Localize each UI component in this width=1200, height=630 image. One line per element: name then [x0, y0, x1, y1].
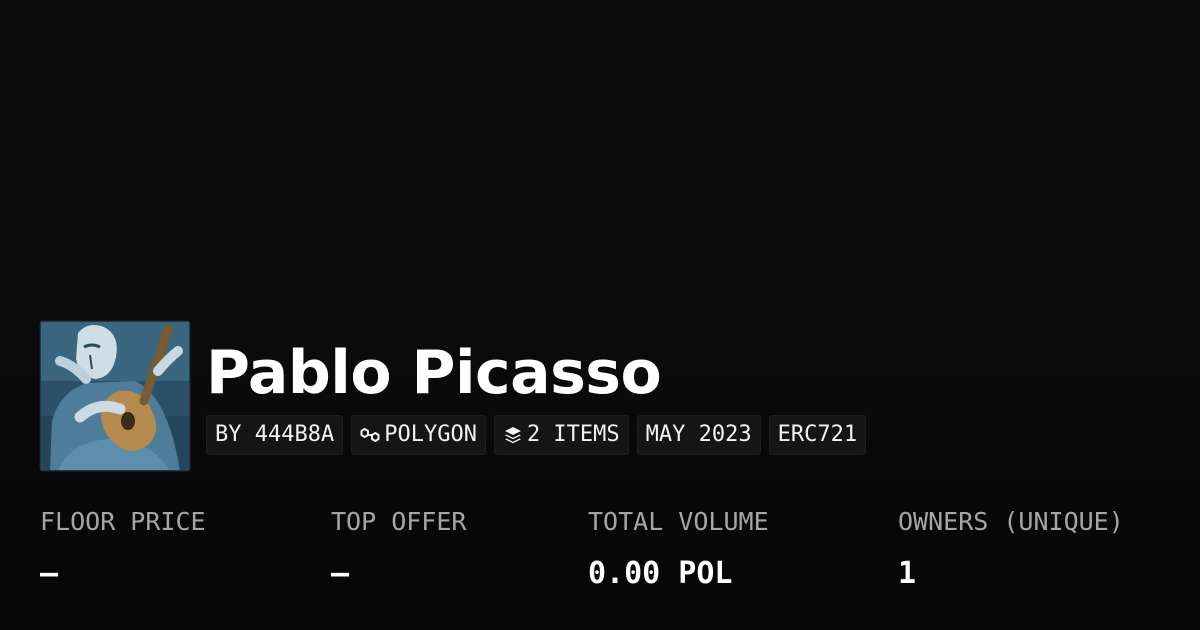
- creator-chip[interactable]: BY 444B8A: [206, 415, 344, 455]
- chain-chip[interactable]: POLYGON: [351, 415, 486, 455]
- stat-floor-price-value: –: [40, 556, 59, 591]
- share-card: Pablo Picasso BY 444B8A POLYGON 2 ITEMS: [0, 0, 1200, 630]
- creator-chip-label: BY 444B8A: [215, 422, 335, 447]
- stat-owners-label: OWNERS (UNIQUE): [898, 507, 1124, 536]
- stat-owners: OWNERS (UNIQUE) 1: [898, 504, 1124, 594]
- chain-chip-label: POLYGON: [384, 422, 477, 447]
- stat-floor-price: FLOOR PRICE –: [40, 504, 206, 594]
- collection-meta-chips: BY 444B8A POLYGON 2 ITEMS MAY 2023 ERC72…: [206, 415, 867, 455]
- stat-total-volume-value: 0.00 POL: [588, 556, 733, 591]
- stat-top-offer: TOP OFFER –: [331, 504, 466, 594]
- stat-total-volume-label: TOTAL VOLUME: [588, 507, 769, 536]
- token-standard-chip-label: ERC721: [777, 422, 858, 447]
- collection-avatar: [40, 321, 190, 471]
- stat-owners-value: 1: [898, 556, 917, 591]
- token-standard-chip: ERC721: [768, 415, 867, 455]
- polygon-chain-icon: [360, 425, 380, 445]
- collection-title: Pablo Picasso: [206, 338, 662, 408]
- layers-icon: [503, 425, 523, 445]
- stat-top-offer-label: TOP OFFER: [331, 507, 467, 536]
- items-chip[interactable]: 2 ITEMS: [493, 415, 629, 455]
- stat-top-offer-value: –: [331, 556, 350, 591]
- date-chip: MAY 2023: [636, 415, 761, 455]
- stat-total-volume: TOTAL VOLUME 0.00 POL: [588, 504, 769, 594]
- stat-floor-price-label: FLOOR PRICE: [40, 507, 206, 536]
- items-chip-label: 2 ITEMS: [526, 422, 620, 447]
- date-chip-label: MAY 2023: [645, 422, 752, 447]
